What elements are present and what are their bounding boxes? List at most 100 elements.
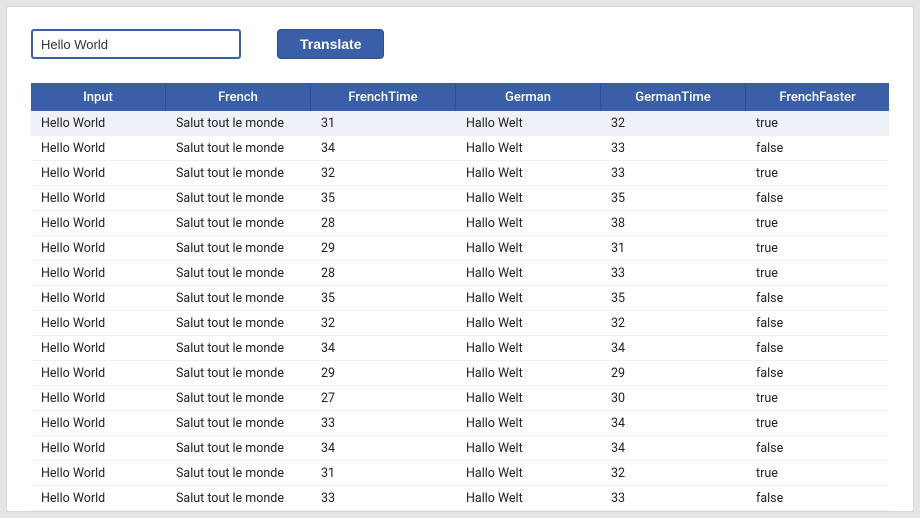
cell-germanTime: 30 (601, 391, 746, 406)
cell-french: Salut tout le monde (166, 441, 311, 456)
cell-german: Hallo Welt (456, 191, 601, 206)
cell-germanTime: 35 (601, 191, 746, 206)
cell-german: Hallo Welt (456, 416, 601, 431)
cell-french: Salut tout le monde (166, 291, 311, 306)
table-row[interactable]: Hello WorldSalut tout le monde34Hallo We… (31, 436, 889, 461)
cell-french: Salut tout le monde (166, 466, 311, 481)
cell-german: Hallo Welt (456, 116, 601, 131)
cell-germanTime: 32 (601, 466, 746, 481)
cell-frenchFaster: false (746, 441, 889, 456)
cell-germanTime: 33 (601, 141, 746, 156)
cell-french: Salut tout le monde (166, 166, 311, 181)
cell-germanTime: 35 (601, 291, 746, 306)
cell-frenchTime: 32 (311, 166, 456, 181)
translate-input[interactable] (31, 29, 241, 59)
cell-frenchFaster: false (746, 366, 889, 381)
cell-input: Hello World (31, 341, 166, 356)
cell-french: Salut tout le monde (166, 391, 311, 406)
table-row[interactable]: Hello WorldSalut tout le monde34Hallo We… (31, 136, 889, 161)
table-row[interactable]: Hello WorldSalut tout le monde32Hallo We… (31, 311, 889, 336)
cell-german: Hallo Welt (456, 491, 601, 506)
cell-germanTime: 29 (601, 366, 746, 381)
cell-frenchTime: 33 (311, 491, 456, 506)
cell-frenchFaster: true (746, 166, 889, 181)
cell-german: Hallo Welt (456, 166, 601, 181)
cell-german: Hallo Welt (456, 141, 601, 156)
cell-frenchFaster: true (746, 266, 889, 281)
col-header-frenchtime[interactable]: FrenchTime (311, 83, 456, 111)
cell-frenchTime: 33 (311, 416, 456, 431)
cell-germanTime: 34 (601, 441, 746, 456)
cell-frenchTime: 29 (311, 366, 456, 381)
cell-frenchTime: 35 (311, 291, 456, 306)
cell-input: Hello World (31, 191, 166, 206)
cell-frenchFaster: false (746, 316, 889, 331)
controls-row: Translate (31, 29, 889, 59)
col-header-frenchfaster[interactable]: FrenchFaster (746, 83, 889, 111)
cell-german: Hallo Welt (456, 341, 601, 356)
col-header-input[interactable]: Input (31, 83, 166, 111)
table-row[interactable]: Hello WorldSalut tout le monde33Hallo We… (31, 486, 889, 511)
cell-input: Hello World (31, 241, 166, 256)
cell-input: Hello World (31, 216, 166, 231)
table-row[interactable]: Hello WorldSalut tout le monde32Hallo We… (31, 161, 889, 186)
cell-input: Hello World (31, 316, 166, 331)
cell-french: Salut tout le monde (166, 141, 311, 156)
cell-input: Hello World (31, 466, 166, 481)
cell-frenchFaster: true (746, 116, 889, 131)
cell-frenchFaster: false (746, 341, 889, 356)
cell-germanTime: 38 (601, 216, 746, 231)
cell-french: Salut tout le monde (166, 266, 311, 281)
cell-frenchFaster: false (746, 291, 889, 306)
cell-frenchFaster: false (746, 191, 889, 206)
cell-german: Hallo Welt (456, 441, 601, 456)
cell-germanTime: 34 (601, 341, 746, 356)
table-row[interactable]: Hello WorldSalut tout le monde29Hallo We… (31, 236, 889, 261)
cell-germanTime: 34 (601, 416, 746, 431)
results-grid: Input French FrenchTime German GermanTim… (31, 83, 889, 511)
table-row[interactable]: Hello WorldSalut tout le monde35Hallo We… (31, 286, 889, 311)
table-row[interactable]: Hello WorldSalut tout le monde34Hallo We… (31, 336, 889, 361)
table-row[interactable]: Hello WorldSalut tout le monde27Hallo We… (31, 386, 889, 411)
cell-frenchFaster: true (746, 391, 889, 406)
table-row[interactable]: Hello WorldSalut tout le monde28Hallo We… (31, 261, 889, 286)
grid-header: Input French FrenchTime German GermanTim… (31, 83, 889, 111)
table-row[interactable]: Hello WorldSalut tout le monde28Hallo We… (31, 211, 889, 236)
cell-frenchFaster: true (746, 216, 889, 231)
cell-french: Salut tout le monde (166, 491, 311, 506)
col-header-french[interactable]: French (166, 83, 311, 111)
cell-frenchFaster: true (746, 466, 889, 481)
cell-input: Hello World (31, 166, 166, 181)
table-row[interactable]: Hello WorldSalut tout le monde33Hallo We… (31, 411, 889, 436)
cell-frenchTime: 28 (311, 216, 456, 231)
cell-german: Hallo Welt (456, 316, 601, 331)
cell-germanTime: 33 (601, 166, 746, 181)
table-row[interactable]: Hello WorldSalut tout le monde29Hallo We… (31, 361, 889, 386)
cell-input: Hello World (31, 116, 166, 131)
cell-input: Hello World (31, 491, 166, 506)
cell-input: Hello World (31, 391, 166, 406)
cell-input: Hello World (31, 441, 166, 456)
cell-germanTime: 33 (601, 491, 746, 506)
cell-frenchTime: 34 (311, 341, 456, 356)
cell-frenchFaster: false (746, 491, 889, 506)
cell-german: Hallo Welt (456, 391, 601, 406)
cell-frenchTime: 28 (311, 266, 456, 281)
cell-frenchTime: 34 (311, 441, 456, 456)
table-row[interactable]: Hello WorldSalut tout le monde35Hallo We… (31, 186, 889, 211)
table-row[interactable]: Hello WorldSalut tout le monde31Hallo We… (31, 111, 889, 136)
cell-frenchFaster: false (746, 141, 889, 156)
cell-frenchTime: 32 (311, 316, 456, 331)
col-header-german[interactable]: German (456, 83, 601, 111)
cell-german: Hallo Welt (456, 266, 601, 281)
cell-german: Hallo Welt (456, 241, 601, 256)
translate-button[interactable]: Translate (277, 29, 384, 59)
cell-germanTime: 31 (601, 241, 746, 256)
cell-frenchTime: 31 (311, 466, 456, 481)
cell-frenchTime: 34 (311, 141, 456, 156)
grid-body: Hello WorldSalut tout le monde31Hallo We… (31, 111, 889, 511)
cell-frenchTime: 27 (311, 391, 456, 406)
table-row[interactable]: Hello WorldSalut tout le monde31Hallo We… (31, 461, 889, 486)
col-header-germantime[interactable]: GermanTime (601, 83, 746, 111)
cell-input: Hello World (31, 366, 166, 381)
